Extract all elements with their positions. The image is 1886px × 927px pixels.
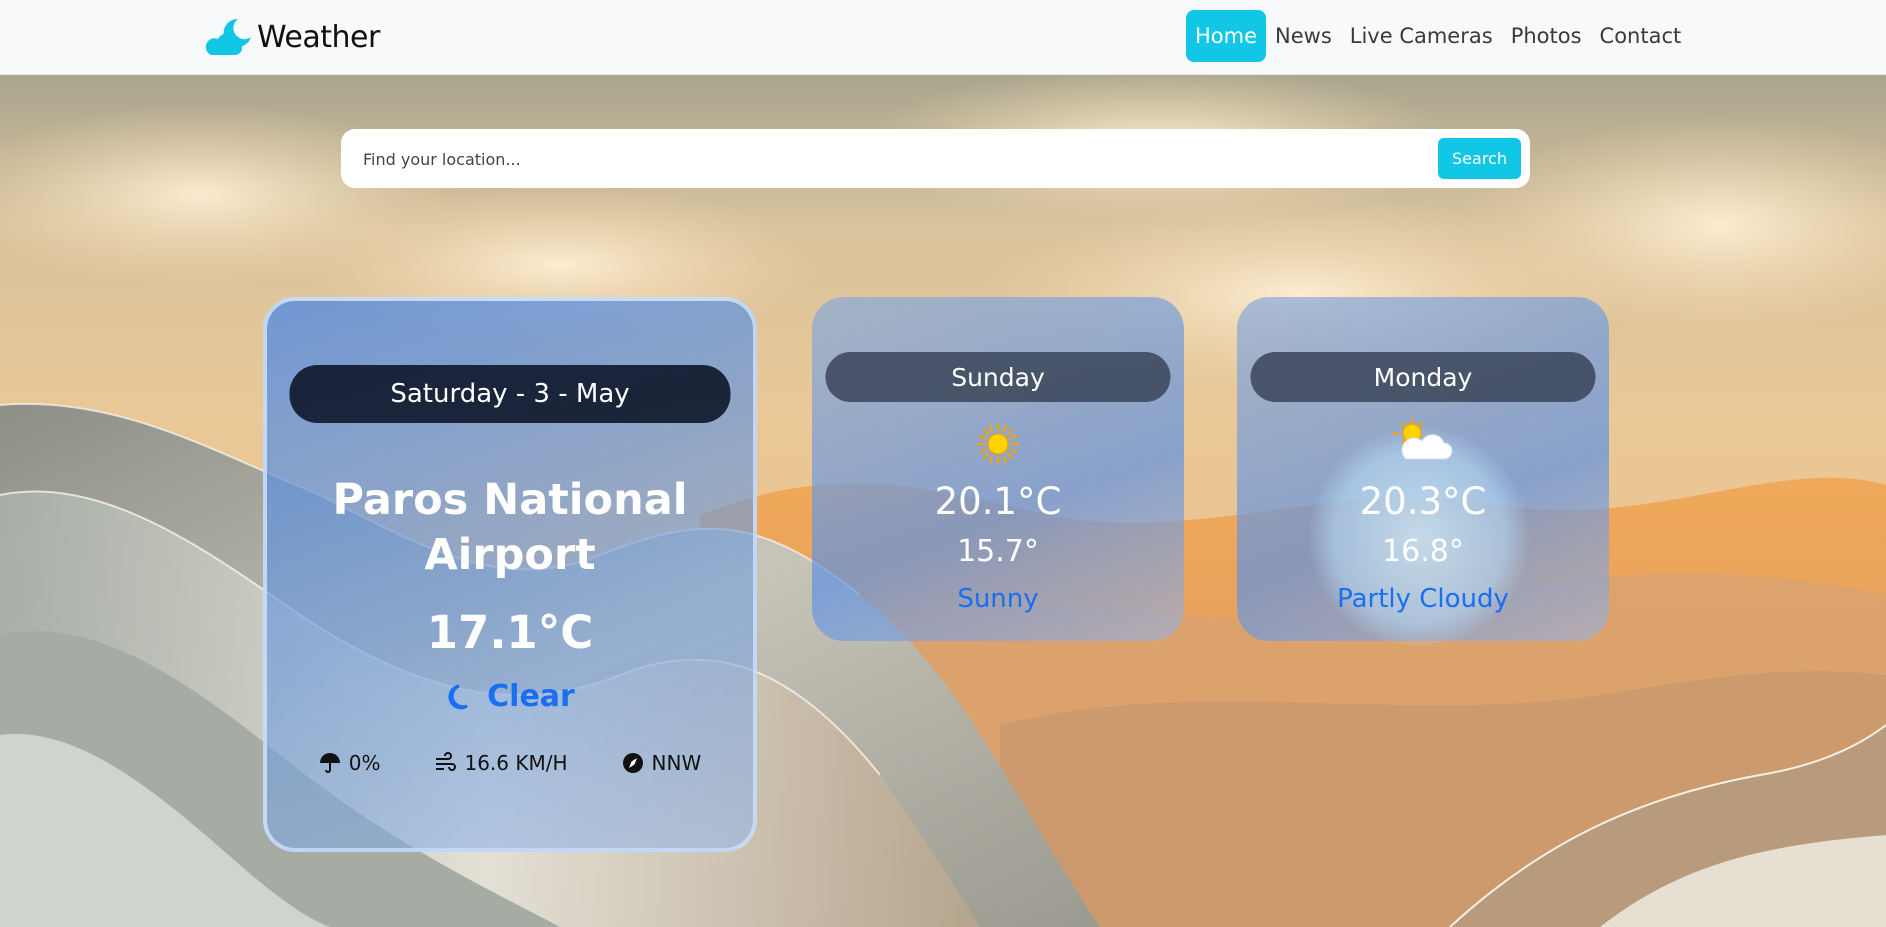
- navbar: Weather Home News Live Cameras Photos Co…: [0, 0, 1886, 75]
- main-nav: Home News Live Cameras Photos Contact: [1186, 10, 1690, 62]
- brand-name: Weather: [257, 19, 380, 55]
- forecast-card-monday: Monday 20.3°C 16.8° Partly Cloudy: [1237, 297, 1609, 647]
- rain-chance-value: 0%: [348, 751, 381, 775]
- search-button[interactable]: Search: [1438, 138, 1521, 179]
- moon-cloud-icon: [205, 18, 251, 55]
- current-temperature: 17.1°C: [426, 606, 594, 659]
- search-bar: Search: [341, 129, 1530, 188]
- forecast-min-temp: 16.8°: [1382, 534, 1464, 569]
- forecast-day-pill: Monday: [1250, 352, 1596, 402]
- nav-photos[interactable]: Photos: [1502, 10, 1591, 62]
- forecast-max-temp: 20.3°C: [1359, 480, 1487, 523]
- nav-contact[interactable]: Contact: [1591, 10, 1691, 62]
- today-date-pill: Saturday - 3 - May: [289, 365, 731, 423]
- forecast-card-sunday: Sunday 20.1°C 15.7° Sunny: [812, 297, 1184, 641]
- forecast-condition: Sunny: [957, 584, 1039, 614]
- sun-cloud-icon: [1392, 418, 1453, 460]
- current-condition: Clear: [267, 679, 753, 714]
- today-weather-card: Saturday - 3 - May Paros National Airpor…: [263, 297, 757, 852]
- forecast-min-temp: 15.7°: [957, 534, 1039, 569]
- nav-home[interactable]: Home: [1186, 10, 1267, 62]
- wind-speed-value: 16.6 KM/H: [464, 751, 568, 775]
- rain-chance: 0%: [319, 751, 381, 775]
- crescent-moon-icon: [448, 684, 468, 709]
- forecast-max-temp: 20.1°C: [934, 480, 1062, 523]
- location-name: Paros National Airport: [332, 475, 688, 580]
- wind-icon: [436, 752, 457, 771]
- current-condition-label: Clear: [487, 679, 575, 714]
- wind-speed: 16.6 KM/H: [434, 751, 568, 775]
- umbrella-icon: [319, 753, 340, 773]
- forecast-condition: Partly Cloudy: [1337, 584, 1509, 614]
- brand-logo[interactable]: Weather: [205, 14, 380, 60]
- compass-icon: [622, 753, 643, 773]
- forecast-day-pill: Sunday: [825, 352, 1171, 402]
- sun-icon: [976, 422, 1020, 466]
- nav-live-cameras[interactable]: Live Cameras: [1341, 10, 1502, 62]
- search-input[interactable]: [363, 141, 1423, 177]
- today-stats: 0% 16.6 KM/H NNW: [267, 751, 753, 775]
- wind-direction-value: NNW: [651, 751, 702, 775]
- nav-news[interactable]: News: [1266, 10, 1341, 62]
- wind-direction: NNW: [622, 751, 702, 775]
